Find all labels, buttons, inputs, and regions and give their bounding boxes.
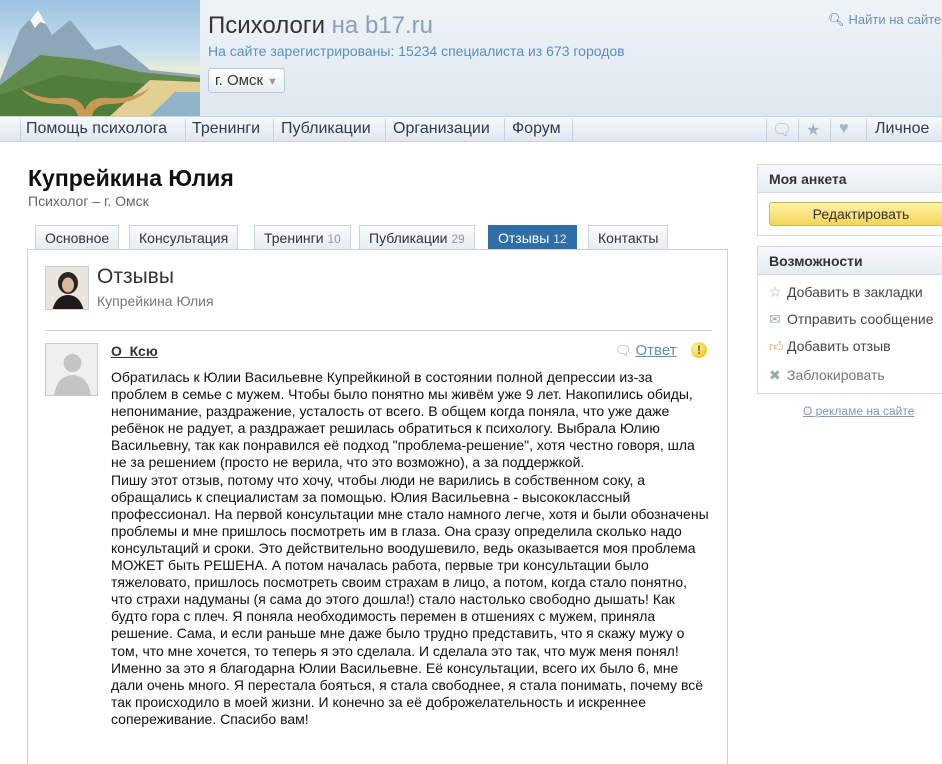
add-review-link[interactable]: 👍︎ Добавить отзыв: [769, 338, 891, 355]
tab-contacts[interactable]: Контакты: [588, 225, 669, 249]
tab-count: 12: [553, 232, 567, 246]
chat-bubble-icon[interactable]: 🗨︎: [772, 120, 792, 140]
edit-button[interactable]: Редактировать: [769, 202, 942, 226]
nav-divider: [504, 119, 505, 141]
nav-item-help[interactable]: Помощь психолога: [26, 120, 167, 138]
divider: [45, 330, 712, 331]
site-header: Психологи на b17.ru На сайте зарегистрир…: [0, 0, 942, 116]
nav-item-forum[interactable]: Форум: [512, 120, 561, 138]
star-icon: ☆: [769, 284, 782, 300]
profile-role: Психолог – г. Омск: [28, 193, 149, 209]
review-author-link[interactable]: О_Ксю: [111, 343, 158, 359]
reply-link[interactable]: 🗨︎ Ответ: [615, 342, 677, 359]
tab-label: Публикации: [369, 230, 448, 246]
tab-consultation[interactable]: Консультация: [129, 225, 239, 249]
chevron-down-icon: ▼: [267, 76, 278, 88]
nav-item-trainings[interactable]: Тренинги: [192, 120, 260, 138]
search-link-text: Найти на сайте: [848, 12, 942, 27]
nav-divider: [572, 119, 573, 141]
tab-publications[interactable]: Публикации 29: [359, 225, 475, 249]
nav-divider: [385, 119, 386, 141]
my-profile-box: Моя анкета Редактировать: [757, 164, 942, 236]
comment-icon: 🗨︎: [615, 343, 632, 358]
thumbs-up-icon: 👍︎: [769, 338, 784, 354]
report-icon[interactable]: !: [691, 342, 707, 358]
tab-label: Контакты: [598, 230, 659, 246]
features-box: Возможности ☆ Добавить в закладки ✉ Отправ…: [757, 246, 942, 394]
block-link[interactable]: ✖ Заблокировать: [769, 367, 885, 384]
nav-divider: [20, 119, 21, 141]
star-icon[interactable]: ★: [806, 120, 820, 140]
nav-divider: [798, 119, 799, 141]
tab-main[interactable]: Основное: [35, 225, 120, 249]
panel-subtitle: Купрейкина Юлия: [97, 293, 214, 309]
site-title[interactable]: Психологи на b17.ru: [208, 12, 433, 40]
site-search[interactable]: 🔍︎ Найти на сайте: [828, 12, 941, 28]
psychologist-avatar[interactable]: [45, 266, 89, 310]
nav-item-organizations[interactable]: Организации: [393, 120, 490, 138]
review-paragraph: Обратилась к Юлии Васильевне Купрейкиной…: [111, 369, 695, 471]
reviews-panel: Отзывы Купрейкина Юлия О_Ксю 🗨︎ Ответ ! О…: [27, 249, 728, 764]
review-paragraph: Именно за это я благодарна Юлии Васильев…: [111, 659, 704, 727]
tab-label: Консультация: [139, 230, 229, 246]
reply-label: Ответ: [635, 342, 677, 359]
review-text: Обратилась к Юлии Васильевне Купрейкиной…: [111, 369, 711, 728]
feature-label: Отправить сообщение: [787, 311, 934, 327]
my-profile-title: Моя анкета: [758, 165, 942, 193]
envelope-icon: ✉: [769, 311, 781, 327]
site-title-text: Психологи: [208, 12, 325, 39]
nav-item-personal[interactable]: Личное: [875, 120, 929, 138]
advertising-link[interactable]: О рекламе на сайте: [803, 404, 914, 418]
city-selector[interactable]: г. Омск ▼: [208, 68, 285, 93]
features-title: Возможности: [758, 247, 942, 275]
tab-label: Тренинги: [264, 230, 324, 246]
nav-divider: [273, 119, 274, 141]
review-paragraph: Пишу этот отзыв, потому что хочу, чтобы …: [111, 471, 709, 659]
nav-divider: [185, 119, 186, 141]
nav-item-publications[interactable]: Публикации: [281, 120, 371, 138]
feature-label: Заблокировать: [787, 367, 885, 383]
reviewer-avatar[interactable]: [45, 343, 98, 396]
panel-title: Отзывы: [97, 265, 174, 288]
nav-divider: [830, 119, 831, 141]
city-label: г. Омск: [215, 72, 264, 89]
feature-label: Добавить в закладки: [787, 284, 923, 300]
nav-divider: [766, 119, 767, 141]
nav-divider: [866, 119, 867, 141]
heart-icon[interactable]: ♥: [839, 120, 849, 138]
profile-name: Купрейкина Юлия: [28, 165, 234, 191]
tab-trainings[interactable]: Тренинги 10: [254, 225, 351, 249]
feature-label: Добавить отзыв: [787, 338, 891, 354]
main-nav: Помощь психолога Тренинги Публикации Орг…: [0, 116, 942, 142]
send-message-link[interactable]: ✉ Отправить сообщение: [769, 311, 934, 328]
tab-label: Отзывы: [498, 230, 550, 246]
tab-count: 10: [327, 232, 341, 246]
tab-reviews[interactable]: Отзывы 12: [488, 225, 577, 249]
search-icon: 🔍︎: [828, 12, 845, 27]
site-domain-text: на b17.ru: [331, 12, 433, 39]
cross-icon: ✖: [769, 367, 781, 383]
add-bookmark-link[interactable]: ☆ Добавить в закладки: [769, 284, 923, 301]
header-banner-image[interactable]: [0, 0, 200, 116]
tab-label: Основное: [45, 230, 110, 246]
site-stats-text: На сайте зарегистрированы: 15234 специал…: [208, 43, 625, 59]
tab-count: 29: [451, 232, 465, 246]
